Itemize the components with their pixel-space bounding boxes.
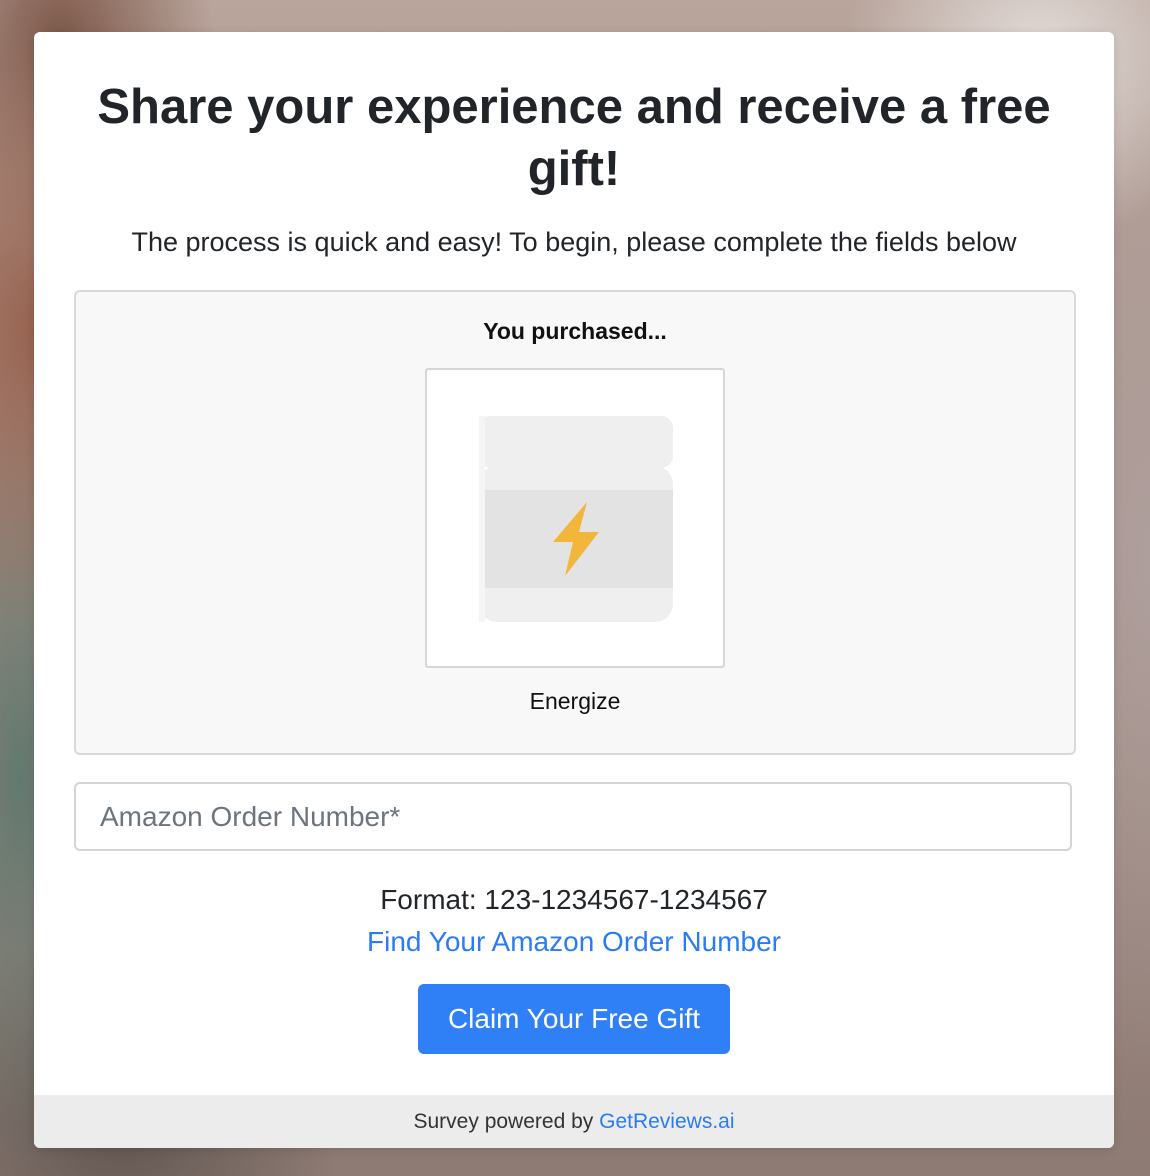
footer-prefix: Survey powered by: [413, 1110, 600, 1133]
product-panel: You purchased... Energize: [74, 290, 1076, 755]
order-number-input[interactable]: [74, 782, 1072, 851]
supplement-jar-icon: [479, 416, 673, 622]
getreviews-link[interactable]: GetReviews.ai: [599, 1110, 734, 1133]
product-image: [425, 368, 725, 668]
find-order-number-link[interactable]: Find Your Amazon Order Number: [34, 926, 1114, 958]
footer: Survey powered by GetReviews.ai: [34, 1095, 1114, 1148]
product-name: Energize: [529, 688, 621, 714]
purchased-label: You purchased...: [483, 318, 667, 344]
survey-card: Share your experience and receive a free…: [34, 32, 1114, 1148]
page-subtitle: The process is quick and easy! To begin,…: [131, 227, 1017, 257]
claim-gift-button[interactable]: Claim Your Free Gift: [418, 984, 730, 1054]
page-title: Share your experience and receive a free…: [97, 80, 1051, 196]
order-format-hint: Format: 123-1234567-1234567: [380, 884, 768, 915]
